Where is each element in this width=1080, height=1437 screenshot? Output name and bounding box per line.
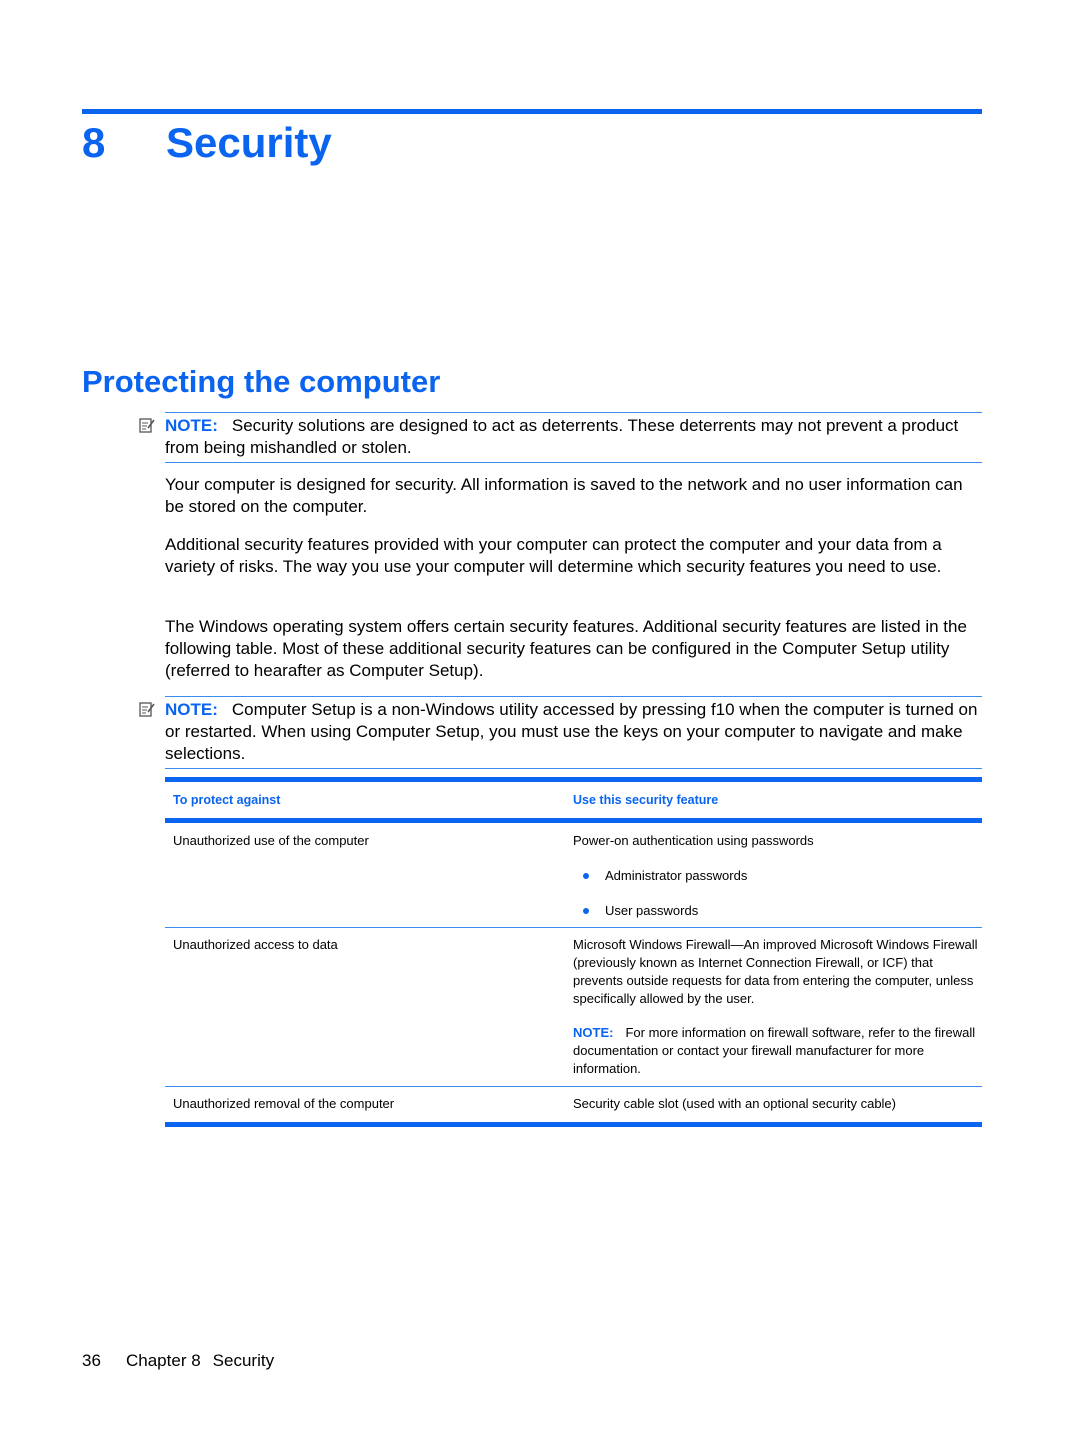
paragraph-design: Your computer is designed for security. …	[165, 475, 963, 516]
security-features-table: To protect against Use this security fea…	[165, 777, 982, 1127]
threat-cell: Unauthorized access to data	[173, 937, 338, 952]
threat-cell: Unauthorized removal of the computer	[173, 1096, 395, 1111]
page-footer: 36 Chapter 8 Security	[82, 1350, 274, 1372]
table-bottom-rule	[165, 1122, 982, 1127]
note-computer-setup: NOTE: Computer Setup is a non-Windows uti…	[139, 696, 982, 769]
note-text: For more information on firewall softwar…	[573, 1025, 976, 1076]
threat-cell: Unauthorized use of the computer	[173, 833, 369, 848]
header-security-feature: Use this security feature	[573, 793, 719, 807]
table-row: Unauthorized access to data Microsoft Wi…	[165, 928, 982, 1086]
feature-cell: Security cable slot (used with an option…	[573, 1096, 896, 1111]
footer-chapter-label: Chapter 8	[126, 1351, 201, 1370]
cell-note: NOTE: For more information on firewall so…	[573, 1024, 982, 1078]
page-number: 36	[82, 1351, 101, 1370]
table-row: Unauthorized removal of the computer Sec…	[165, 1087, 982, 1122]
table-header-row: To protect against Use this security fea…	[165, 782, 982, 818]
chapter-title: 8 Security	[82, 116, 332, 170]
note-label: NOTE:	[165, 416, 218, 435]
footer-chapter-title: Security	[212, 1351, 275, 1370]
bullet-item: Administrator passwords	[573, 867, 982, 885]
chapter-top-rule	[82, 109, 982, 114]
note-icon	[139, 702, 155, 717]
feature-cell: Power-on authentication using passwords	[573, 833, 814, 848]
note-label: NOTE:	[573, 1025, 614, 1040]
section-title: Protecting the computer	[82, 364, 441, 399]
bullet-item: User passwords	[573, 902, 982, 920]
chapter-number: 8	[82, 119, 106, 166]
note-icon	[139, 418, 155, 433]
header-protect-against: To protect against	[173, 793, 281, 807]
paragraph-windows-features: The Windows operating system offers cert…	[165, 617, 967, 680]
feature-cell: Microsoft Windows Firewall—An improved M…	[573, 937, 978, 1006]
note-label: NOTE:	[165, 700, 218, 719]
note-deterrents: NOTE: Security solutions are designed to …	[139, 412, 982, 463]
chapter-title-text: Security	[166, 119, 332, 166]
note-text: Computer Setup is a non-Windows utility …	[165, 700, 978, 763]
paragraph-additional-features: Additional security features provided wi…	[165, 535, 942, 576]
table-row: Unauthorized use of the computer Power-o…	[165, 823, 982, 927]
note-text: Security solutions are designed to act a…	[165, 416, 959, 457]
